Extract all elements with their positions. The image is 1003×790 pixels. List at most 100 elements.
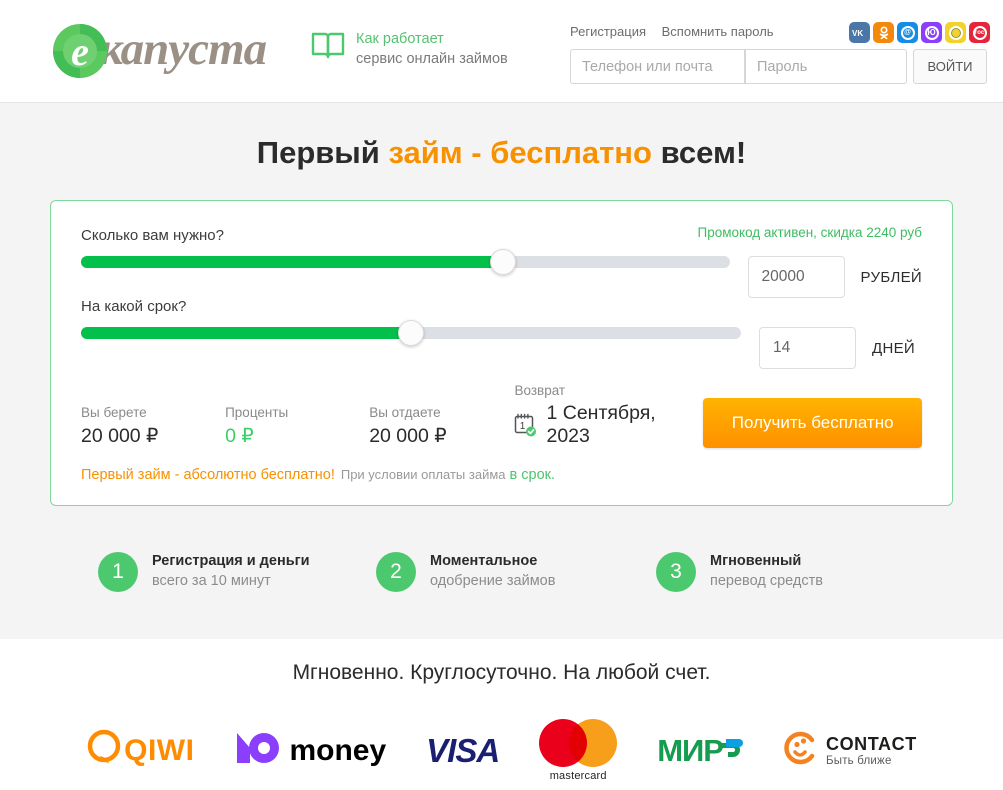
title-part-1: Первый [256,135,389,170]
term-slider-handle[interactable] [398,320,424,346]
calculator-footnote: Первый займ - абсолютно бесплатно! При ус… [81,467,922,483]
svg-text:e: e [71,29,89,74]
mir-wordmark: МИР [657,732,724,768]
loan-summary: Вы берете 20 000 ₽ Проценты 0 ₽ Вы отдае… [81,383,923,448]
footnote-highlight: Первый займ - абсолютно бесплатно! [81,467,335,483]
svg-text:VK: VK [852,29,863,37]
step-subtitle: одобрение займов [430,573,556,589]
qiwi-mark-icon [86,728,124,773]
step-subtitle: перевод средств [710,573,823,589]
return-caption: Возврат [514,383,566,398]
steps-list: 1 Регистрация и деньги всего за 10 минут… [50,552,953,592]
yoomoney-mark-icon [234,731,280,770]
payment-logos: QIWI money VISA mastercard МИР CONTACT Б… [0,719,1003,782]
payments-section: Мгновенно. Круглосуточно. На любой счет.… [0,639,1003,782]
term-slider[interactable] [81,320,741,346]
hero-section: Первый займ - бесплатно всем! Промокод а… [0,103,1003,639]
visa-wordmark: VISA [426,731,500,769]
term-control-row: + - ДНЕЙ [81,320,922,369]
summary-item-interest: Проценты 0 ₽ [225,405,369,448]
step-item: 2 Моментальное одобрение займов [376,552,656,592]
amount-unit-label: РУБЛЕЙ [860,268,922,286]
odnoklassniki-login-icon[interactable] [873,22,894,43]
term-label: На какой срок? [81,298,187,315]
term-unit-label: ДНЕЙ [872,339,915,357]
amount-stepper[interactable]: + - [747,256,845,298]
mastercard-wordmark: mastercard [549,770,607,782]
term-input[interactable] [760,328,855,368]
site-header: e капуста Как работает сервис онлайн зай… [0,0,1003,103]
term-slider-fill [81,327,411,339]
password-input[interactable] [745,49,907,84]
summary-value: 20 000 ₽ [369,425,447,447]
cabbage-e-logo-icon: e [48,19,112,83]
summary-value: 0 ₽ [225,425,254,447]
vk-login-icon[interactable]: VK [849,22,870,43]
title-highlight: займ - бесплатно [388,135,652,170]
register-link[interactable]: Регистрация [570,24,646,39]
yandex-login-icon[interactable]: Ю [921,22,942,43]
return-date-value: 1 Сентября, 2023 [546,402,656,447]
mastercard-logo: mastercard [539,719,618,782]
mir-logo: МИР [657,733,743,769]
how-it-works-line1: Как работает [356,31,444,47]
term-stepper[interactable]: + - [759,327,856,369]
phone-or-email-input[interactable] [570,49,745,84]
get-loan-button[interactable]: Получить бесплатно [703,398,923,448]
step-item: 3 Мгновенный перевод средств [656,552,896,592]
footnote-link[interactable]: в срок. [510,467,555,483]
svg-text:1: 1 [520,421,526,432]
summary-item-return-date: Возврат 1 1 Сентября, 2023 [514,383,703,448]
visa-logo: VISA [426,731,500,770]
summary-caption: Вы отдаете [369,405,441,420]
qiwi-logo: QIWI [86,728,194,773]
contact-mark-icon [783,731,817,770]
step-title: Мгновенный [710,553,802,570]
qiwi-wordmark: QIWI [124,733,195,767]
mir-flag-icon [717,736,743,765]
amount-slider-fill [81,256,503,268]
how-it-works-line2: сервис онлайн займов [356,50,508,67]
logo[interactable]: e капуста [48,16,267,86]
contact-wordmark: CONTACT [825,734,917,754]
step-title: Регистрация и деньги [152,553,310,570]
contact-tagline: Быть ближе [825,755,892,767]
yoomoney-logo: money [234,731,386,770]
loan-calculator: Промокод активен, скидка 2240 руб Скольк… [50,200,953,506]
step-number-badge: 3 [656,552,696,592]
mailru-login-icon[interactable]: @ [897,22,918,43]
gosuslugi-login-icon[interactable]: гос [969,22,990,43]
amount-control-row: + - РУБЛЕЙ [81,249,922,298]
summary-caption: Проценты [225,405,289,420]
login-button[interactable]: ВОЙТИ [913,49,987,84]
summary-item-principal: Вы берете 20 000 ₽ [81,405,225,448]
forgot-password-link[interactable]: Вспомнить пароль [662,24,774,39]
page-title: Первый займ - бесплатно всем! [0,135,1003,171]
summary-caption: Вы берете [81,405,147,420]
amount-slider[interactable] [81,249,730,275]
logo-wordmark: капуста [99,22,267,75]
payments-title: Мгновенно. Круглосуточно. На любой счет. [292,661,711,684]
title-part-2: всем! [651,135,747,170]
amount-input[interactable] [748,257,844,297]
calendar-check-icon: 1 [514,413,537,437]
yoomoney-wordmark: money [289,733,387,767]
step-number-badge: 1 [98,552,138,592]
summary-item-total: Вы отдаете 20 000 ₽ [369,405,480,448]
amount-slider-handle[interactable] [489,249,516,275]
mastercard-mark-icon [539,719,618,767]
step-subtitle: всего за 10 минут [152,573,271,589]
contact-logo: CONTACT Быть ближе [783,731,917,770]
step-item: 1 Регистрация и деньги всего за 10 минут [50,552,376,592]
open-book-icon [311,30,345,65]
footnote-condition: При условии оплаты займа [340,467,506,482]
step-title: Моментальное [430,553,538,570]
promo-status-text: Промокод активен, скидка 2240 руб [697,225,923,240]
login-form: ВОЙТИ [570,49,990,84]
how-it-works-link[interactable]: Как работает сервис онлайн займов [311,30,508,69]
step-number-badge: 2 [376,552,416,592]
social-login-buttons: VK @ Ю гос [849,22,990,43]
auth-links: Регистрация Вспомнить пароль VK @ Ю гос [570,22,990,44]
sberbank-login-icon[interactable] [945,22,966,43]
auth-zone: Регистрация Вспомнить пароль VK @ Ю гос … [570,22,990,84]
